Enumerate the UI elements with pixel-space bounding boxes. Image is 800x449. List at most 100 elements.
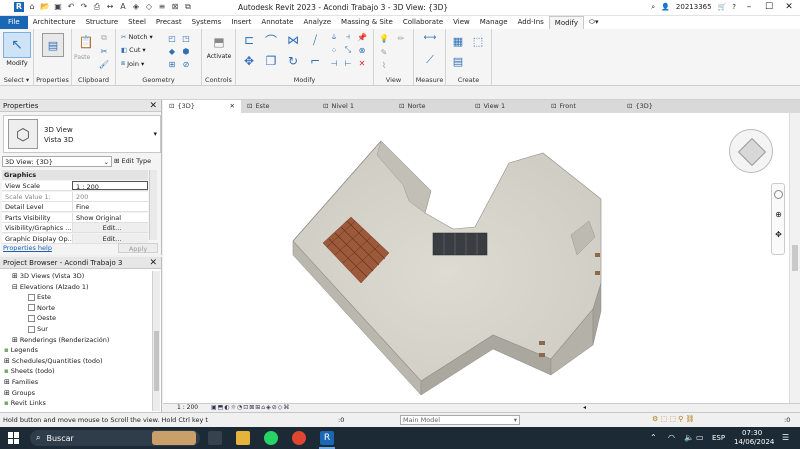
ribbon-tab-annotate[interactable]: Annotate — [256, 16, 298, 29]
measure-between-icon[interactable]: ⟷ — [420, 33, 440, 43]
browser-tree-item[interactable]: ⊞ 3D Views (Vista 3D) — [12, 272, 84, 280]
ribbon-tab-view[interactable]: View — [448, 16, 475, 29]
ribbon-tab-structure[interactable]: Structure — [81, 16, 124, 29]
expand-icon[interactable]: ⊞ — [4, 357, 10, 365]
open-icon[interactable]: 📂 — [40, 2, 50, 12]
switch-windows-icon[interactable]: ⧉ — [183, 2, 193, 12]
property-value[interactable]: Edit... — [72, 223, 148, 232]
align-icon[interactable]: ⊏ — [240, 32, 258, 48]
task-view-icon[interactable] — [208, 431, 222, 445]
cut-button[interactable]: ◧ Cut ▾ — [121, 46, 146, 54]
property-row[interactable]: Scale Value 1: 200 — [2, 191, 148, 202]
print-icon[interactable]: ⎙ — [92, 2, 102, 12]
undo-icon[interactable]: ↶ — [66, 2, 76, 12]
file-explorer-icon[interactable] — [236, 431, 250, 445]
property-value[interactable]: Fine — [72, 202, 148, 211]
zoom-icon[interactable]: ⊕ — [774, 210, 783, 219]
browser-tree-item[interactable]: ⊞ Renderings (Renderización) — [12, 336, 109, 344]
trim-multiple-icon[interactable]: ⊣ — [328, 58, 340, 68]
trim-icon[interactable]: ⌐ — [306, 53, 324, 69]
battery-icon[interactable]: ▭ — [696, 433, 704, 442]
properties-button-label[interactable]: Properties — [34, 76, 71, 84]
viewcube-face[interactable] — [737, 137, 767, 167]
collapse-icon[interactable]: ⊟ — [12, 283, 18, 291]
browser-tree-item[interactable]: Este — [28, 293, 51, 301]
expand-icon[interactable]: ⊞ — [12, 272, 18, 280]
pan-icon[interactable]: ✥ — [774, 230, 783, 239]
create-assembly-icon[interactable]: ▦ — [450, 33, 466, 49]
binoculars-icon[interactable]: ⌕ — [651, 3, 655, 12]
scale-icon[interactable]: ⤡ — [342, 45, 354, 55]
view-tab[interactable]: ⊡ Front — [545, 100, 621, 113]
browser-tree-item[interactable]: Oeste — [28, 314, 56, 322]
copy-element-icon[interactable]: ❐ — [262, 53, 280, 69]
view-tab[interactable]: ⊡ {3D} — [621, 100, 697, 113]
ribbon-tab-precast[interactable]: Precast — [151, 16, 187, 29]
browser-tree-item[interactable]: ▪ Legends — [4, 346, 38, 354]
browser-close-icon[interactable]: ✕ — [149, 257, 157, 269]
ribbon-tab-steel[interactable]: Steel — [123, 16, 151, 29]
language-indicator[interactable]: ESP — [712, 434, 725, 442]
hide-icon[interactable]: ✏ — [394, 33, 408, 43]
viewcube[interactable] — [729, 129, 773, 173]
property-row[interactable]: View Scale 1 : 200 — [2, 181, 148, 191]
graphics-section-header[interactable]: Graphics — [2, 170, 148, 180]
paint-icon[interactable]: ◆ — [166, 46, 178, 56]
offset-icon[interactable]: ⌒ — [262, 32, 280, 48]
delete-icon[interactable]: ✕ — [356, 58, 368, 68]
revit-taskbar-icon[interactable]: R — [320, 431, 334, 445]
canvas-scroll-thumb[interactable] — [792, 245, 798, 271]
browser-scrollbar[interactable] — [152, 271, 160, 411]
view-tab[interactable]: ⊡ Norte — [393, 100, 469, 113]
ribbon-tab-architecture[interactable]: Architecture — [28, 16, 81, 29]
mirror-draw-icon[interactable]: ⧸ — [306, 32, 324, 48]
properties-scrollbar[interactable] — [149, 170, 157, 240]
apply-button[interactable]: Apply — [118, 243, 158, 253]
view-tab[interactable]: ⊡ {3D} ✕ — [163, 100, 241, 113]
pin-icon[interactable]: 📌 — [356, 32, 368, 42]
maximize-icon[interactable]: ☐ — [762, 2, 776, 12]
expand-icon[interactable]: ⊞ — [12, 336, 18, 344]
match-props-icon[interactable]: 🖌 — [98, 59, 110, 69]
ribbon-tab-systems[interactable]: Systems — [187, 16, 227, 29]
filter-view-icon[interactable]: ⌇ — [378, 60, 390, 70]
notifications-icon[interactable]: ☰ — [782, 433, 789, 442]
browser-tree-item[interactable]: ▪ Revit Links — [4, 399, 46, 407]
ribbon-tab-file[interactable]: File — [0, 16, 28, 29]
browser-tree-item[interactable]: ⊞ Schedules/Quantities (todo) — [4, 357, 103, 365]
close-hidden-icon[interactable]: ⊠ — [170, 2, 180, 12]
building-model[interactable] — [163, 113, 800, 403]
user-icon[interactable]: 👤 — [661, 3, 670, 11]
type-selector[interactable]: ⬡ 3D View Vista 3D ▾ — [3, 115, 161, 153]
property-value[interactable]: 1 : 200 — [72, 181, 148, 190]
wifi-icon[interactable]: ◠ — [668, 433, 675, 442]
clock-time[interactable]: 07:30 — [742, 429, 762, 437]
modify-arrow-icon[interactable]: ↖ — [3, 32, 31, 58]
linework-icon[interactable]: ✎ — [378, 47, 390, 57]
active-workset-dropdown[interactable]: Main Model ▾ — [400, 415, 520, 425]
split-face-icon[interactable]: ◳ — [180, 33, 192, 43]
contextual-tab-toggle-icon[interactable]: ⬭▾ — [584, 16, 604, 29]
text-icon[interactable]: A — [118, 2, 128, 12]
properties-help-link[interactable]: Properties help — [3, 244, 52, 252]
property-row[interactable]: Parts Visibility Show Original — [2, 212, 148, 223]
taskbar-search[interactable]: ⌕ Buscar — [30, 430, 200, 446]
canvas-vertical-scrollbar[interactable] — [789, 113, 800, 403]
ribbon-tab-analyze[interactable]: Analyze — [298, 16, 336, 29]
move-icon[interactable]: ✥ — [240, 53, 258, 69]
property-value[interactable]: 200 — [72, 191, 148, 201]
properties-close-icon[interactable]: ✕ — [149, 100, 157, 112]
create-group-icon[interactable]: ▤ — [450, 53, 466, 69]
ribbon-tab-massing-site[interactable]: Massing & Site — [336, 16, 398, 29]
property-value[interactable]: Edit... — [72, 233, 148, 243]
ribbon-tab-modify[interactable]: Modify — [548, 16, 584, 29]
browser-tree-item[interactable]: ⊟ Elevations (Alzado 1) — [12, 283, 89, 291]
browser-tree-item[interactable]: ⊞ Groups — [4, 389, 35, 397]
array-icon[interactable]: ⁘ — [328, 45, 340, 55]
view-scale-label[interactable]: 1 : 200 — [177, 404, 198, 411]
remove-paint-icon[interactable]: ⊘ — [180, 59, 192, 69]
ribbon-tab-manage[interactable]: Manage — [475, 16, 513, 29]
join-button[interactable]: ⧈ Join ▾ — [121, 59, 144, 68]
dimension-icon[interactable]: ⟋ — [420, 53, 440, 67]
browser-tree-item[interactable]: ⊞ Families — [4, 378, 38, 386]
